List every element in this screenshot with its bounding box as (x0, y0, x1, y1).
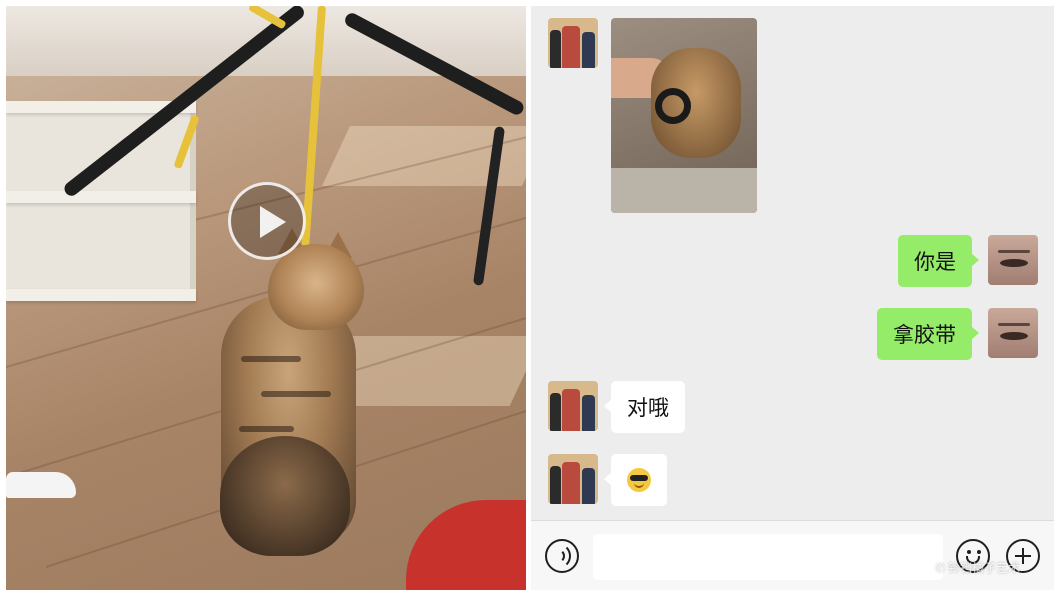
message-text: 你是 (914, 250, 956, 274)
avatar-brow (998, 323, 1030, 326)
voice-icon-wave (545, 543, 571, 569)
video-panel[interactable] (6, 6, 526, 590)
cat-stripe (241, 356, 301, 362)
avatar-figure (550, 466, 561, 504)
screenshot-frame: 你是 拿胶带 对哦 ✆ 铃铛橘子艺术 (0, 0, 1060, 596)
contact-avatar[interactable] (548, 381, 598, 431)
input-bar (531, 520, 1054, 590)
photo-floor (611, 168, 757, 213)
bubble-tail (604, 399, 612, 413)
cat-feet (220, 436, 350, 556)
avatar-figure (562, 389, 580, 431)
bubble-tail (604, 472, 612, 486)
emoji-icon-eye (977, 550, 981, 554)
avatar-figure (582, 395, 595, 431)
sunglasses-emoji-icon (627, 468, 651, 492)
avatar-eye (1000, 332, 1028, 340)
avatar-figure (550, 30, 561, 68)
message-text: 对哦 (627, 396, 669, 420)
wechat-icon: ✆ (935, 560, 946, 575)
play-icon (260, 206, 286, 238)
bubble-tail (971, 253, 979, 267)
message-bubble-self[interactable]: 你是 (898, 235, 979, 287)
shelf-board (6, 289, 196, 301)
cat-stripe (261, 391, 331, 397)
watermark: ✆ 铃铛橘子艺术 (935, 559, 1020, 576)
watermark-text: 铃铛橘子艺术 (948, 561, 1021, 575)
self-avatar[interactable] (988, 308, 1038, 358)
cat-stripe (239, 426, 294, 432)
avatar-figure (562, 26, 580, 68)
voice-button[interactable] (545, 539, 579, 573)
red-cloth (406, 500, 526, 590)
avatar-figure (582, 32, 595, 68)
plus-icon-stem (1022, 548, 1024, 564)
tissue (6, 472, 76, 498)
avatar-figure (582, 468, 595, 504)
self-avatar[interactable] (988, 235, 1038, 285)
avatar-eye (1000, 259, 1028, 267)
contact-avatar[interactable] (548, 18, 598, 68)
image-message[interactable] (611, 18, 757, 213)
message-text: 拿胶带 (893, 323, 956, 347)
emoji-smile (634, 483, 644, 488)
play-button[interactable] (228, 182, 306, 260)
cat-head (268, 244, 364, 330)
emoji-glasses (630, 475, 648, 481)
message-input[interactable] (593, 534, 943, 580)
message-bubble-other[interactable]: 对哦 (604, 381, 685, 433)
emoji-icon-eye (967, 550, 971, 554)
avatar-figure (562, 462, 580, 504)
bubble-tail (971, 326, 979, 340)
message-bubble-other[interactable] (604, 454, 667, 506)
contact-avatar[interactable] (548, 454, 598, 504)
avatar-figure (550, 393, 561, 431)
message-bubble-self[interactable]: 拿胶带 (877, 308, 979, 360)
shelf-board (6, 191, 196, 203)
avatar-brow (998, 250, 1030, 253)
photo-tape-roll (655, 88, 691, 124)
chat-panel: 你是 拿胶带 对哦 (531, 6, 1054, 590)
side-shelf (6, 101, 196, 301)
